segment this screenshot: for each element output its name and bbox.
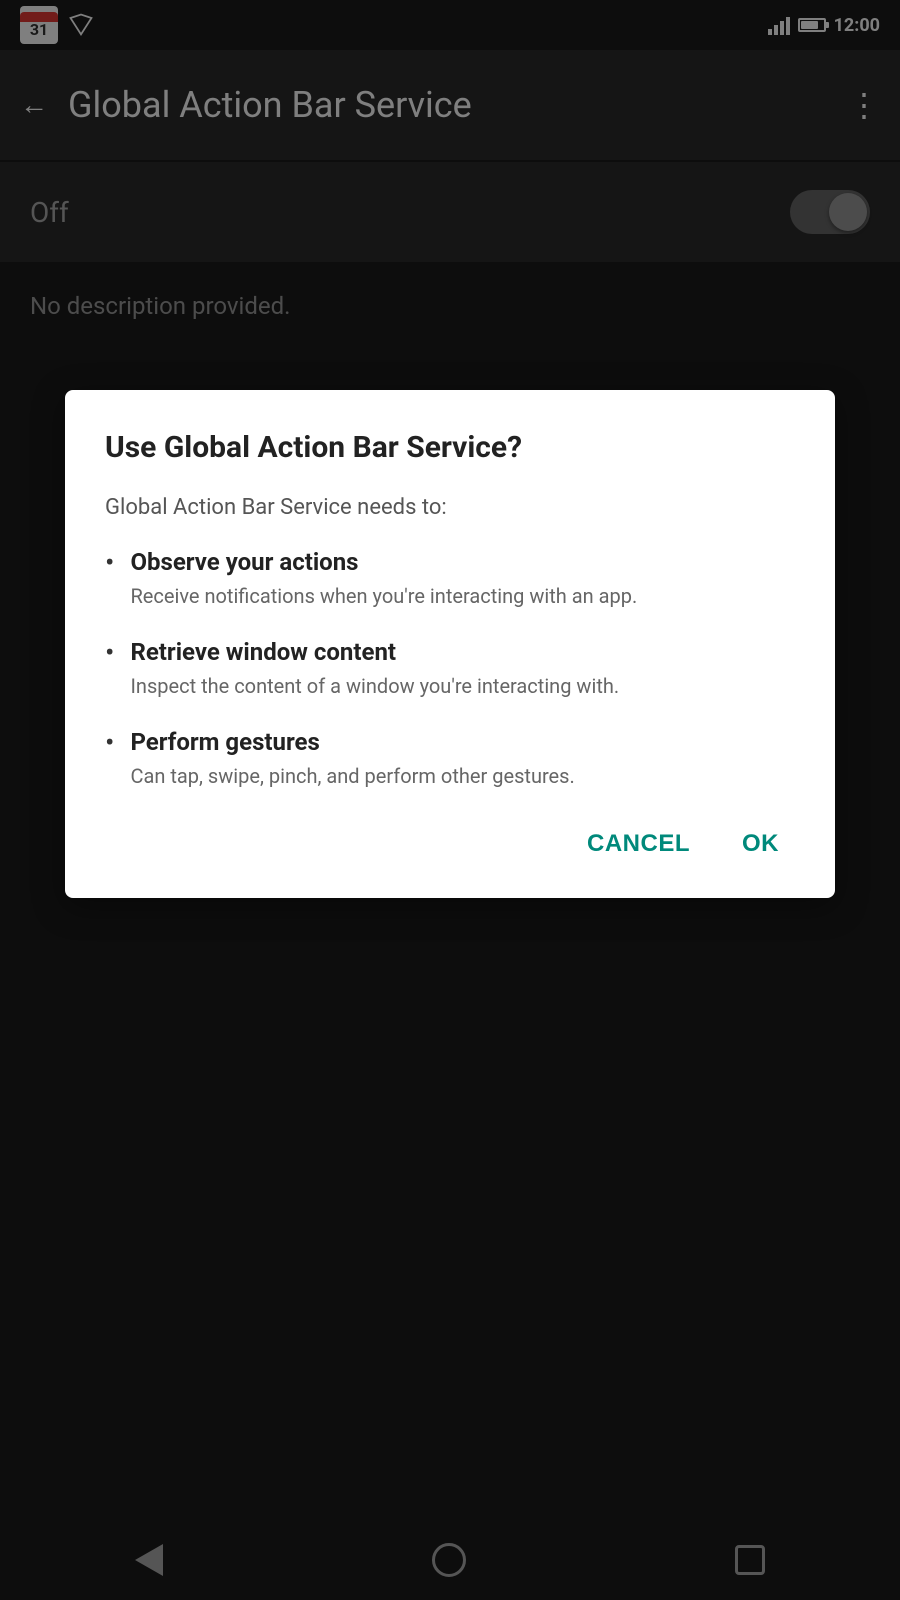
permission-desc-2: Inspect the content of a window you're i… xyxy=(130,672,619,700)
permission-title-2: Retrieve window content xyxy=(130,638,619,666)
dialog-title: Use Global Action Bar Service? xyxy=(105,430,795,465)
cancel-button[interactable]: CANCEL xyxy=(571,820,706,868)
dialog-subtitle: Global Action Bar Service needs to: xyxy=(105,495,795,520)
permission-content-1: Observe your actions Receive notificatio… xyxy=(130,548,637,610)
bullet-2: • xyxy=(105,636,114,669)
dialog-buttons: CANCEL OK xyxy=(105,820,795,868)
permission-content-3: Perform gestures Can tap, swipe, pinch, … xyxy=(130,728,574,790)
permission-item-retrieve: • Retrieve window content Inspect the co… xyxy=(105,638,795,700)
bullet-1: • xyxy=(105,546,114,579)
bullet-3: • xyxy=(105,726,114,759)
permission-title-3: Perform gestures xyxy=(130,728,574,756)
permission-title-1: Observe your actions xyxy=(130,548,637,576)
permission-item-observe: • Observe your actions Receive notificat… xyxy=(105,548,795,610)
permission-desc-3: Can tap, swipe, pinch, and perform other… xyxy=(130,762,574,790)
permission-dialog: Use Global Action Bar Service? Global Ac… xyxy=(65,390,835,898)
permission-item-gestures: • Perform gestures Can tap, swipe, pinch… xyxy=(105,728,795,790)
ok-button[interactable]: OK xyxy=(726,820,795,868)
permission-content-2: Retrieve window content Inspect the cont… xyxy=(130,638,619,700)
permission-desc-1: Receive notifications when you're intera… xyxy=(130,582,637,610)
